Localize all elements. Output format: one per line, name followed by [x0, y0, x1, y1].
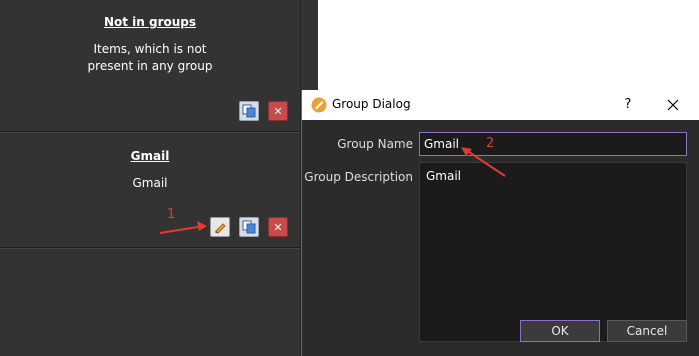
delete-icon: ✕: [273, 104, 283, 118]
group-card-gmail[interactable]: Gmail Gmail ✕: [0, 133, 300, 248]
group-card-not-in-groups[interactable]: Not in groups Items, which is not presen…: [0, 0, 300, 132]
edit-button[interactable]: [210, 217, 230, 237]
group-description-line: present in any group: [87, 59, 213, 73]
delete-icon: ✕: [273, 220, 283, 234]
group-name-input[interactable]: [419, 132, 687, 156]
group-description: Gmail: [132, 176, 168, 190]
group-panel: Not in groups Items, which is not presen…: [0, 0, 318, 356]
delete-button[interactable]: ✕: [268, 101, 288, 121]
ok-button[interactable]: OK: [520, 320, 600, 342]
group-name-label: Group Name: [337, 137, 413, 151]
group-title: Not in groups: [103, 15, 197, 29]
cancel-button[interactable]: Cancel: [607, 320, 687, 342]
annotation-number-2: 2: [486, 136, 495, 151]
group-dialog: Group Dialog ? Group Name Group Descript…: [301, 90, 699, 356]
delete-button[interactable]: ✕: [268, 217, 288, 237]
dialog-titlebar[interactable]: Group Dialog ?: [302, 90, 699, 120]
group-title: Gmail: [130, 149, 170, 163]
copy-button[interactable]: [239, 101, 259, 121]
close-icon[interactable]: [662, 95, 684, 115]
dialog-title: Group Dialog: [332, 97, 411, 111]
annotation-number-1: 1: [167, 207, 176, 222]
help-button[interactable]: ?: [618, 96, 638, 114]
group-description-input[interactable]: Gmail: [419, 162, 687, 342]
group-description-line: Items, which is not: [93, 42, 207, 56]
group-description-label: Group Description: [304, 170, 413, 184]
copy-icon: [242, 220, 256, 234]
copy-icon: [242, 104, 256, 118]
group-description: Items, which is not present in any group: [0, 41, 300, 75]
copy-button[interactable]: [239, 217, 259, 237]
app-icon: [311, 97, 327, 113]
pencil-icon: [215, 223, 226, 234]
